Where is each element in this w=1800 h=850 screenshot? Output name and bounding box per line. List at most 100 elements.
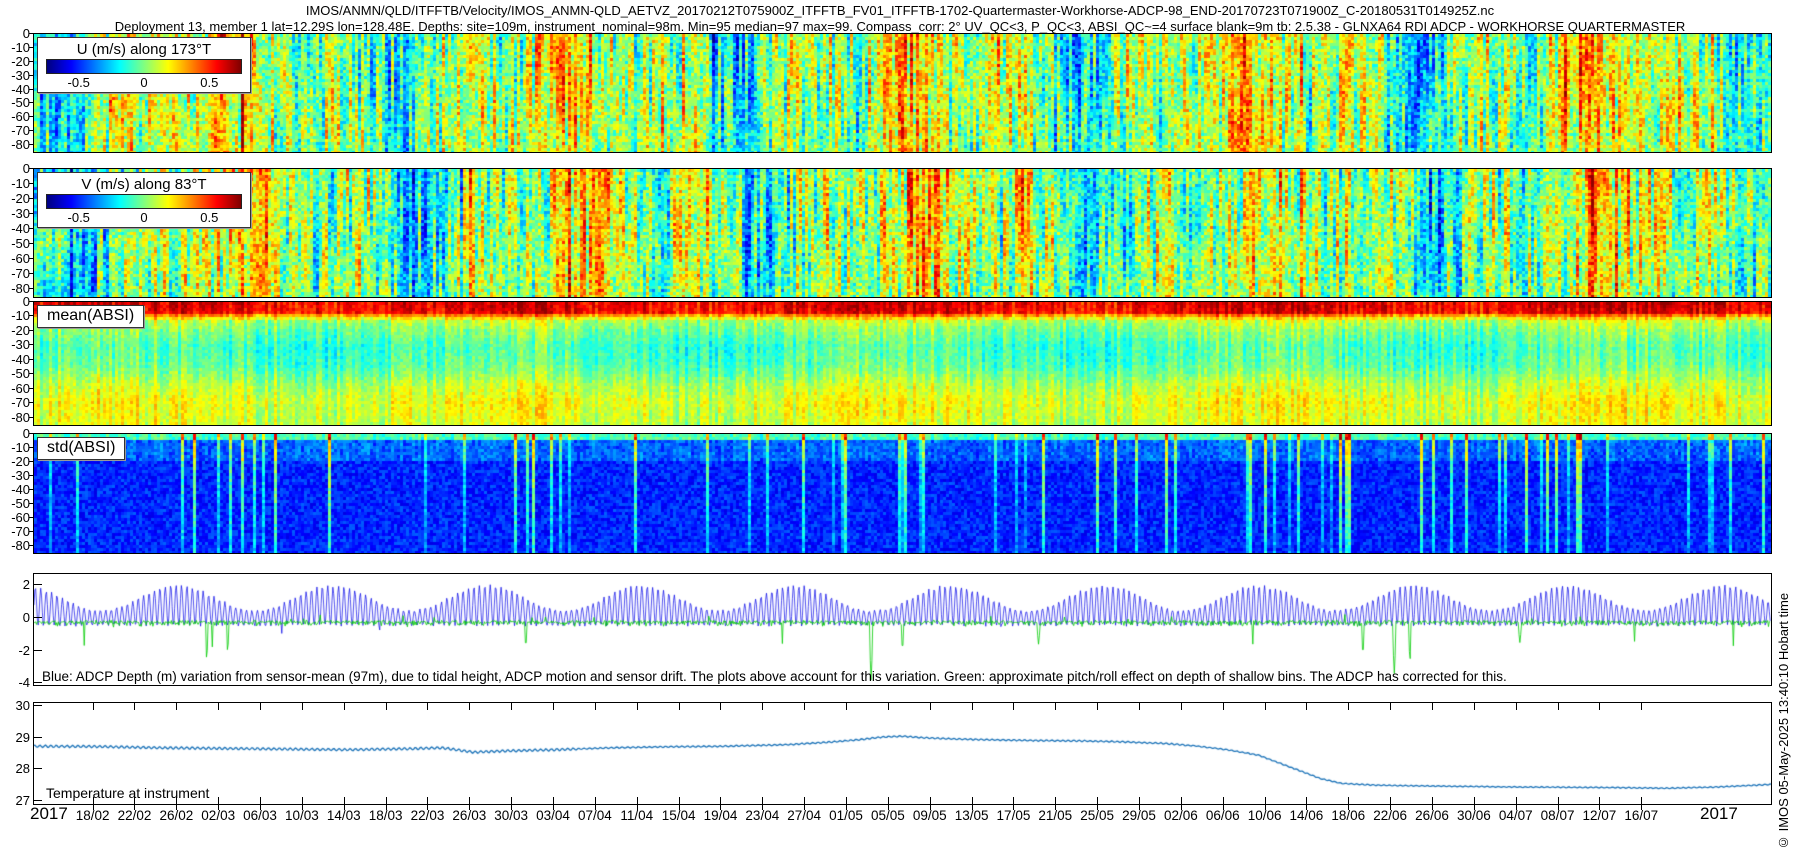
- y-tick-mark: [29, 102, 33, 103]
- v-velocity-panel: V (m/s) along 83°T -0.5 0 0.5: [33, 168, 1772, 298]
- y-tick-label: -80: [1, 137, 30, 152]
- x-tick-mark: [93, 804, 94, 810]
- x-tick-mark: [762, 804, 763, 810]
- colorbar-ticks: -0.5 0 0.5: [46, 209, 242, 225]
- y-tick-mark: [34, 682, 42, 683]
- y-tick-mark: [29, 75, 33, 76]
- u-legend-title: U (m/s) along 173°T: [46, 40, 242, 59]
- x-tick-mark-inner: [679, 797, 680, 804]
- x-tick-mark: [1055, 804, 1056, 810]
- y-tick-mark: [29, 116, 33, 117]
- u-velocity-heatmap: [34, 34, 1771, 152]
- y-tick-label: -50: [1, 366, 30, 381]
- y-tick-mark: [29, 47, 33, 48]
- x-tick-mark-inner: [888, 797, 889, 804]
- x-tick-mark-inner: [972, 797, 973, 804]
- y-tick-mark: [29, 461, 33, 462]
- x-tick-mark: [679, 804, 680, 810]
- depth-variation-note: Blue: ADCP Depth (m) variation from sens…: [42, 669, 1507, 684]
- y-tick-mark: [29, 213, 33, 214]
- y-tick-mark: [29, 503, 33, 504]
- y-tick-mark: [34, 584, 42, 585]
- x-tick-mark-inner: [93, 797, 94, 804]
- y-tick-mark: [29, 33, 33, 34]
- x-tick-mark: [1139, 804, 1140, 810]
- x-tick-mark-inner: [637, 797, 638, 804]
- y-tick-label: -70: [1, 123, 30, 138]
- x-tick-mark-inner: [1013, 703, 1014, 710]
- x-tick-mark: [1641, 804, 1642, 810]
- x-tick-mark-inner: [720, 797, 721, 804]
- mean-absi-label: mean(ABSI): [37, 305, 144, 328]
- x-tick-mark-inner: [1306, 703, 1307, 710]
- x-tick-mark-inner: [1055, 797, 1056, 804]
- x-tick-mark-inner: [1599, 703, 1600, 710]
- x-tick-mark-inner: [1348, 797, 1349, 804]
- y-tick-label: -70: [1, 266, 30, 281]
- v-legend-title: V (m/s) along 83°T: [46, 175, 242, 194]
- y-tick-label: -30: [1, 468, 30, 483]
- y-tick-label: -30: [1, 206, 30, 221]
- y-tick-label: -40: [1, 352, 30, 367]
- y-tick-mark: [29, 130, 33, 131]
- x-tick-mark-inner: [134, 703, 135, 710]
- x-tick-mark-inner: [1558, 797, 1559, 804]
- y-tick-mark: [29, 89, 33, 90]
- x-tick-mark: [1223, 804, 1224, 810]
- y-tick-label: -10: [1, 440, 30, 455]
- std-absi-panel: std(ABSI): [33, 433, 1772, 554]
- y-tick-label: -30: [1, 68, 30, 83]
- y-tick-label: -30: [1, 337, 30, 352]
- x-tick-mark-inner: [1641, 703, 1642, 710]
- x-tick-mark-inner: [972, 703, 973, 710]
- y-tick-mark: [29, 144, 33, 145]
- y-tick-label: -10: [1, 40, 30, 55]
- y-tick-mark: [29, 531, 33, 532]
- x-tick-mark-inner: [344, 703, 345, 710]
- depth-variation-panel: Blue: ADCP Depth (m) variation from sens…: [33, 573, 1772, 686]
- y-tick-label: -60: [1, 381, 30, 396]
- x-tick-mark-inner: [134, 797, 135, 804]
- colorbar-tick-label: -0.5: [68, 210, 90, 225]
- x-tick-mark-inner: [176, 703, 177, 710]
- y-tick-mark: [29, 301, 33, 302]
- x-tick-mark-inner: [1432, 703, 1433, 710]
- x-tick-mark-inner: [1265, 797, 1266, 804]
- x-tick-mark: [1432, 804, 1433, 810]
- y-tick-label: 0: [1, 294, 30, 309]
- jet-colorbar: [46, 194, 242, 209]
- x-tick-mark: [1097, 804, 1098, 810]
- colorbar-tick-label: -0.5: [68, 75, 90, 90]
- y-tick-label: -20: [1, 54, 30, 69]
- y-tick-label: -70: [1, 524, 30, 539]
- x-tick-mark: [888, 804, 889, 810]
- y-tick-mark: [34, 617, 42, 618]
- y-tick-label: 30: [1, 698, 30, 713]
- x-tick-mark: [1599, 804, 1600, 810]
- y-tick-label: 2: [1, 577, 30, 592]
- x-tick-mark: [1348, 804, 1349, 810]
- x-tick-mark: [302, 804, 303, 810]
- x-tick-mark-inner: [1390, 797, 1391, 804]
- y-tick-mark: [29, 388, 33, 389]
- y-tick-label: 28: [1, 761, 30, 776]
- x-tick-mark-inner: [511, 797, 512, 804]
- x-tick-mark-inner: [1432, 797, 1433, 804]
- adcp-summary-figure: IMOS/ANMN/QLD/ITFFTB/Velocity/IMOS_ANMN-…: [0, 0, 1800, 850]
- x-tick-mark: [218, 804, 219, 810]
- y-tick-label: 0: [1, 426, 30, 441]
- y-tick-mark: [29, 288, 33, 289]
- x-tick-mark-inner: [386, 797, 387, 804]
- y-tick-mark: [34, 650, 42, 651]
- x-tick-mark-inner: [511, 703, 512, 710]
- x-tick-mark-inner: [1139, 703, 1140, 710]
- x-tick-mark-inner: [218, 797, 219, 804]
- x-tick-mark: [720, 804, 721, 810]
- y-tick-label: 29: [1, 730, 30, 745]
- mean-absi-heatmap: [34, 302, 1771, 425]
- x-tick-mark-inner: [302, 703, 303, 710]
- u-velocity-panel: U (m/s) along 173°T -0.5 0 0.5: [33, 33, 1772, 153]
- x-tick-mark: [469, 804, 470, 810]
- x-tick-mark-inner: [595, 703, 596, 710]
- x-tick-mark: [553, 804, 554, 810]
